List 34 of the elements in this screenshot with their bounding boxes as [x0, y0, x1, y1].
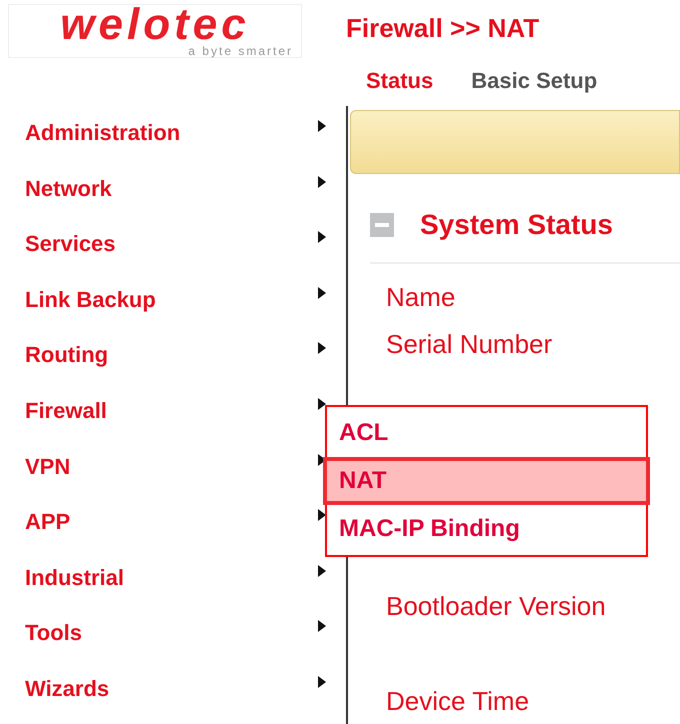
sidebar-item[interactable]: Services: [25, 231, 326, 287]
sidebar-item[interactable]: Administration: [25, 120, 326, 176]
arrow-right-icon: [318, 620, 326, 632]
arrow-right-icon: [318, 398, 326, 410]
sidebar-item[interactable]: Tools: [25, 620, 326, 676]
tab[interactable]: Basic Setup: [471, 68, 598, 94]
field-label: Serial Number: [386, 329, 554, 359]
arrow-right-icon: [318, 286, 326, 299]
sidebar-item[interactable]: Routing: [25, 342, 326, 398]
arrow-right-icon: [318, 176, 326, 188]
sidebar-item[interactable]: Firewall: [25, 398, 326, 454]
field-label: Bootloader Version: [386, 591, 607, 621]
field-label: Name: [386, 282, 456, 312]
sidebar-item[interactable]: Industrial: [25, 564, 326, 620]
sidebar-item[interactable]: APP: [25, 509, 326, 565]
collapse-icon[interactable]: [370, 213, 394, 237]
arrow-right-icon: [318, 564, 326, 577]
arrow-right-icon: [318, 120, 326, 132]
sidebar-item[interactable]: Network: [25, 176, 326, 232]
submenu-item[interactable]: NAT: [323, 456, 650, 506]
sidebar-item[interactable]: Link Backup: [25, 286, 326, 342]
submenu-item[interactable]: MAC-IP Binding: [327, 505, 646, 553]
tab[interactable]: Status: [366, 68, 434, 94]
page-title: Firewall >> NAT: [346, 12, 540, 44]
logo-wordmark: welotec: [60, 5, 250, 45]
field-label: Device Time: [386, 686, 530, 716]
sidebar-item[interactable]: Wizards: [25, 676, 326, 724]
section-title: System Status: [420, 208, 613, 242]
submenu-item[interactable]: ACL: [327, 409, 646, 457]
arrow-right-icon: [318, 342, 326, 354]
arrow-right-icon: [318, 509, 326, 522]
logo-tagline: a byte smarter: [188, 45, 293, 57]
arrow-right-icon: [318, 676, 326, 688]
arrow-right-icon: [318, 231, 326, 244]
